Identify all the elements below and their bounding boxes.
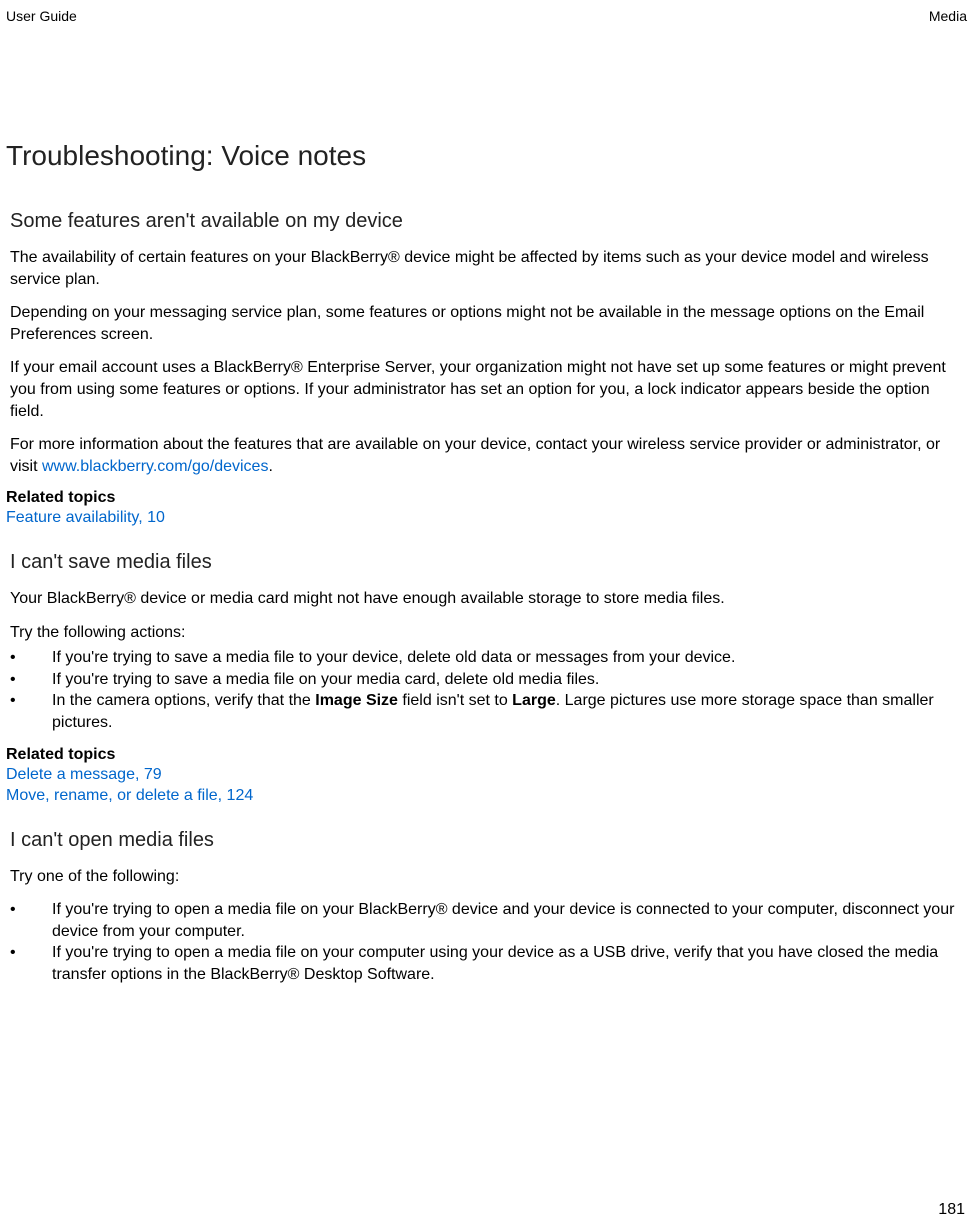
bullet-icon: • [10,647,52,669]
bullet-icon: • [10,899,52,921]
section1-p2: Depending on your messaging service plan… [6,302,967,345]
list-item: •If you're trying to open a media file o… [10,899,967,942]
bullet-mid: field isn't set to [398,692,512,709]
related-link-feature-availability[interactable]: Feature availability, 10 [6,507,967,529]
devices-link[interactable]: www.blackberry.com/go/devices [42,458,268,475]
bullet-icon: • [10,669,52,691]
page-number: 181 [938,1201,965,1219]
section3-bullets: •If you're trying to open a media file o… [6,899,967,985]
related-topics-label-2: Related topics [6,746,967,764]
list-item: •If you're trying to open a media file o… [10,942,967,985]
bullet-text: If you're trying to open a media file on… [52,901,954,940]
section2-intro: Try the following actions: [6,622,967,644]
related-link-move-rename-delete[interactable]: Move, rename, or delete a file, 124 [6,785,967,807]
section2-heading: I can't save media files [6,551,967,574]
section3-heading: I can't open media files [6,829,967,852]
list-item: •If you're trying to save a media file t… [10,647,967,669]
bullet-before: In the camera options, verify that the [52,692,315,709]
header-right: Media [929,8,967,24]
bullet-bold2: Large [512,692,556,709]
header-left: User Guide [6,8,77,24]
section3-intro: Try one of the following: [6,866,967,888]
list-item: •In the camera options, verify that the … [10,690,967,733]
section1-p4-after: . [268,458,272,475]
section1-p3: If your email account uses a BlackBerry®… [6,357,967,422]
page-title: Troubleshooting: Voice notes [6,140,967,172]
bullet-text: If you're trying to save a media file on… [52,671,599,688]
bullet-bold1: Image Size [315,692,398,709]
related-topics-label-1: Related topics [6,489,967,507]
bullet-text: If you're trying to save a media file to… [52,649,735,666]
section1-heading: Some features aren't available on my dev… [6,210,967,233]
bullet-text: If you're trying to open a media file on… [52,944,938,983]
section1-p1: The availability of certain features on … [6,247,967,290]
section2-p1: Your BlackBerry® device or media card mi… [6,588,967,610]
section2-bullets: •If you're trying to save a media file t… [6,647,967,733]
bullet-icon: • [10,942,52,964]
section1-p4: For more information about the features … [6,434,967,477]
list-item: •If you're trying to save a media file o… [10,669,967,691]
bullet-icon: • [10,690,52,712]
related-link-delete-message[interactable]: Delete a message, 79 [6,764,967,786]
page-content: Troubleshooting: Voice notes Some featur… [0,0,973,986]
